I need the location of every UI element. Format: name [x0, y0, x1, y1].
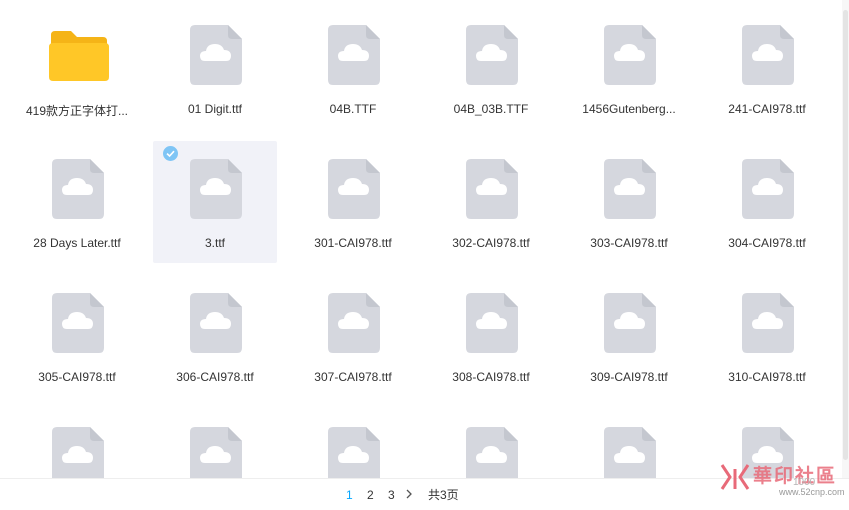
file-item[interactable]: [291, 409, 415, 478]
cloud-file-icon: [52, 159, 104, 219]
file-item[interactable]: 01 Digit.ttf: [153, 7, 277, 129]
chevron-right-icon[interactable]: [404, 487, 414, 501]
file-name-label: 3.ttf: [204, 236, 225, 250]
cloud-file-icon: [190, 293, 242, 353]
file-item[interactable]: 306-CAI978.ttf: [153, 275, 277, 397]
page-1-link[interactable]: 1: [346, 488, 353, 502]
file-item[interactable]: [429, 409, 553, 478]
cloud-file-icon: [190, 159, 242, 219]
cloud-file-icon: [328, 159, 380, 219]
cloud-file-icon: [52, 427, 104, 478]
file-name-label: 302-CAI978.ttf: [452, 236, 530, 250]
cloud-file-icon: [328, 293, 380, 353]
cloud-file-icon: [466, 427, 518, 478]
watermark: 華印社區 1000 www.52cnp.com: [715, 457, 845, 507]
file-item[interactable]: 307-CAI978.ttf: [291, 275, 415, 397]
cloud-file-icon: [742, 293, 794, 353]
cloud-file-icon: [466, 159, 518, 219]
file-name-label: 04B_03B.TTF: [453, 102, 529, 116]
file-item[interactable]: 308-CAI978.ttf: [429, 275, 553, 397]
file-name-label: 301-CAI978.ttf: [314, 236, 392, 250]
cloud-file-icon: [466, 293, 518, 353]
cloud-file-icon: [742, 25, 794, 85]
file-item[interactable]: 304-CAI978.ttf: [705, 141, 829, 263]
file-name-label: 304-CAI978.ttf: [728, 236, 806, 250]
file-item[interactable]: 3.ttf: [153, 141, 277, 263]
file-name-label: 04B.TTF: [329, 102, 377, 116]
cloud-file-icon: [190, 25, 242, 85]
file-item[interactable]: 303-CAI978.ttf: [567, 141, 691, 263]
file-item[interactable]: 301-CAI978.ttf: [291, 141, 415, 263]
cloud-file-icon: [742, 159, 794, 219]
file-item[interactable]: 305-CAI978.ttf: [15, 275, 139, 397]
file-name-label: 28 Days Later.ttf: [33, 236, 121, 250]
checkmark-icon[interactable]: [163, 146, 178, 161]
file-name-label: 306-CAI978.ttf: [176, 370, 254, 384]
file-item[interactable]: 04B_03B.TTF: [429, 7, 553, 129]
file-item[interactable]: 309-CAI978.ttf: [567, 275, 691, 397]
cloud-file-icon: [604, 25, 656, 85]
file-item[interactable]: 302-CAI978.ttf: [429, 141, 553, 263]
cloud-file-icon: [328, 25, 380, 85]
cloud-file-icon: [52, 293, 104, 353]
watermark-url: www.52cnp.com: [779, 487, 845, 497]
file-item[interactable]: [153, 409, 277, 478]
file-name-label: 308-CAI978.ttf: [452, 370, 530, 384]
page-total: 共3页: [428, 488, 459, 502]
file-item[interactable]: 1456Gutenberg...: [567, 7, 691, 129]
cloud-file-icon: [604, 293, 656, 353]
file-name-label: 303-CAI978.ttf: [590, 236, 668, 250]
file-name-label: 310-CAI978.ttf: [728, 370, 806, 384]
file-item[interactable]: 04B.TTF: [291, 7, 415, 129]
scrollbar-thumb[interactable]: [843, 10, 848, 460]
folder-item[interactable]: 419款方正字体打...: [15, 7, 139, 129]
watermark-logo-icon: [720, 464, 750, 490]
cloud-file-icon: [328, 427, 380, 478]
file-item[interactable]: 310-CAI978.ttf: [705, 275, 829, 397]
page-3-link[interactable]: 3: [388, 488, 395, 502]
cloud-file-icon: [604, 159, 656, 219]
page-2-link[interactable]: 2: [367, 488, 374, 502]
file-item[interactable]: 241-CAI978.ttf: [705, 7, 829, 129]
scrollbar[interactable]: [842, 0, 849, 478]
file-name-label: 241-CAI978.ttf: [728, 102, 806, 116]
file-name-label: 01 Digit.ttf: [187, 102, 243, 116]
cloud-file-icon: [604, 427, 656, 478]
file-item[interactable]: [567, 409, 691, 478]
file-name-label: 309-CAI978.ttf: [590, 370, 668, 384]
file-item[interactable]: 28 Days Later.ttf: [15, 141, 139, 263]
file-name-label: 307-CAI978.ttf: [314, 370, 392, 384]
cloud-file-icon: [190, 427, 242, 478]
file-item[interactable]: [15, 409, 139, 478]
file-name-label: 305-CAI978.ttf: [38, 370, 116, 384]
file-name-label: 419款方正字体打...: [25, 104, 129, 118]
file-name-label: 1456Gutenberg...: [582, 102, 676, 116]
folder-icon: [47, 27, 109, 83]
file-grid: 419款方正字体打... 01 Digit.ttf 04B.TTF 04B_03B.T…: [0, 0, 842, 478]
cloud-file-icon: [466, 25, 518, 85]
